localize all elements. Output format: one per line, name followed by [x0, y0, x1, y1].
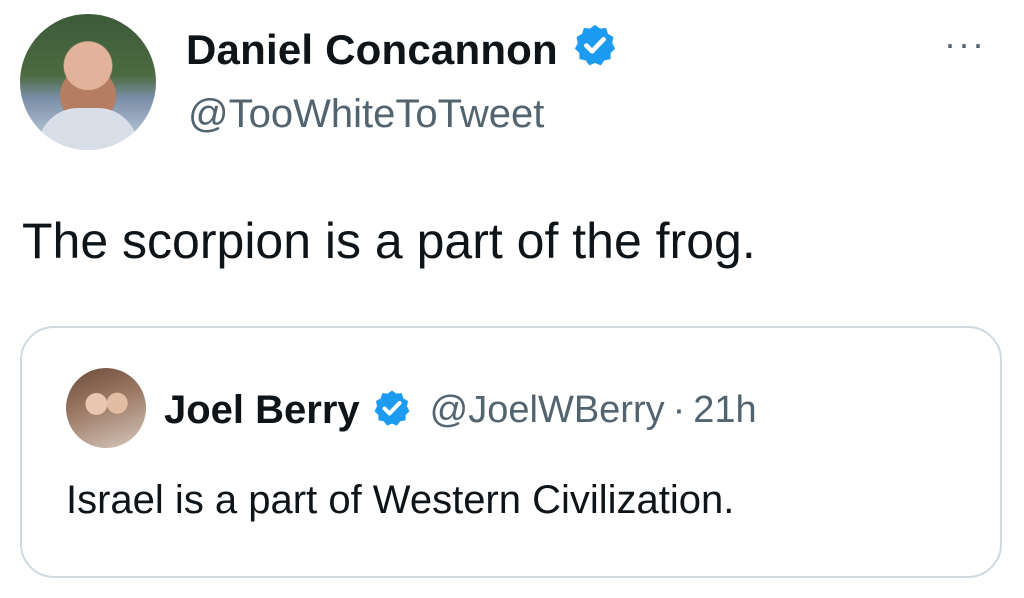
quoted-timestamp[interactable]: 21h — [693, 389, 756, 432]
author-name-row: Daniel Concannon — [186, 22, 618, 78]
quoted-author-handle[interactable]: @JoelWBerry — [430, 389, 665, 432]
quoted-tweet-header: Joel Berry @JoelWBerry · 21h — [164, 388, 757, 433]
author-name[interactable]: Daniel Concannon — [186, 26, 558, 74]
quoted-author-name[interactable]: Joel Berry — [164, 388, 360, 433]
author-handle[interactable]: @TooWhiteToTweet — [188, 92, 544, 137]
verified-badge-icon — [372, 388, 412, 433]
more-options-icon[interactable]: ··· — [944, 26, 986, 62]
tweet-text: The scorpion is a part of the frog. — [22, 213, 756, 269]
separator-dot: · — [672, 389, 686, 431]
avatar[interactable] — [20, 14, 156, 150]
quoted-avatar[interactable] — [66, 368, 146, 448]
quoted-tweet-card[interactable]: Joel Berry @JoelWBerry · 21h Israel is a… — [20, 326, 1002, 578]
verified-badge-icon — [572, 22, 618, 78]
quoted-tweet-text: Israel is a part of Western Civilization… — [66, 478, 735, 522]
